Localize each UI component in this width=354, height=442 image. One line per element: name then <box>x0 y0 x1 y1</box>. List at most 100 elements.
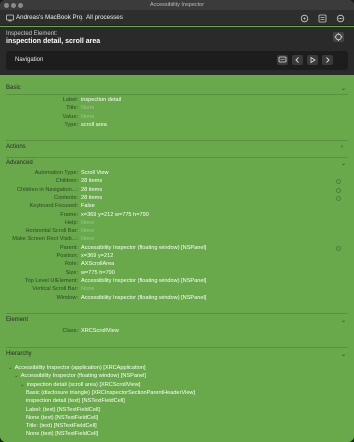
hierarchy-node[interactable]: inspection detail (text) [NSTextFieldCel… <box>26 398 125 404</box>
property-label: Make Screen Rect Visib...: <box>12 236 78 243</box>
property-value[interactable]: x=369 y=212 <box>81 253 113 259</box>
property-value[interactable]: 28 items <box>81 187 102 193</box>
detail-disclosure-icon[interactable] <box>336 179 341 185</box>
hierarchy-node[interactable]: Label: (text) [NSTextFieldCell] <box>26 407 100 413</box>
property-row: Position: x=369 y=212 <box>0 253 354 261</box>
hierarchy-node-label: Label: (text) [NSTextFieldCell] <box>26 406 100 413</box>
hierarchy-node[interactable]: None (text) [NSTextFieldCell] <box>26 431 98 437</box>
detail-disclosure-icon[interactable] <box>336 195 341 201</box>
hierarchy-node-label: None (text) [NSTextFieldCell] <box>26 431 99 438</box>
disclosure-chevron-icon[interactable]: ⌄ <box>20 382 25 388</box>
property-label: Value: <box>62 113 78 120</box>
property-value[interactable]: Accessibility Inspector (floating window… <box>81 278 206 284</box>
hierarchy-node-label: Accessibility Inspector (floating window… <box>20 373 146 380</box>
hierarchy-node[interactable]: ⌄ Accessibility Inspector (application) [… <box>8 365 146 371</box>
property-value[interactable]: None <box>81 286 94 292</box>
property-label: Role: <box>64 261 78 268</box>
section-header-advanced[interactable]: Advanced ⌄ <box>0 159 354 169</box>
previous-button[interactable] <box>292 55 303 65</box>
property-label: Contents: <box>54 194 78 201</box>
property-row: Size: w=775 h=790 <box>0 270 354 278</box>
property-label: Automation Type: <box>34 170 78 176</box>
property-label: Horizontal Scroll Bar: <box>25 228 78 235</box>
detail-disclosure-icon[interactable] <box>336 187 341 193</box>
list-icon[interactable] <box>318 14 327 23</box>
property-value[interactable]: x=369 y=212 w=775 h=790 <box>81 212 149 218</box>
property-row: Automation Type: Scroll View <box>0 170 354 178</box>
section-header-actions[interactable]: Actions › <box>0 143 354 153</box>
property-value[interactable]: 28 items <box>81 195 102 201</box>
property-value[interactable]: None <box>81 236 94 242</box>
property-value[interactable]: XRCScrollView <box>81 328 119 334</box>
property-row: Children: 28 items <box>0 178 354 186</box>
hierarchy-node[interactable]: Title: (text) [NSTextFieldCell] <box>26 423 97 429</box>
hierarchy-node[interactable]: Basic (disclosure triangle) [XRCInspecto… <box>26 390 195 396</box>
property-label: Size: <box>65 269 78 276</box>
inspection-pointer-icon[interactable] <box>300 14 309 23</box>
property-value[interactable]: None <box>81 114 94 120</box>
property-label: Frame: <box>60 211 78 218</box>
property-value[interactable]: inspection detail <box>81 97 121 103</box>
property-label: Children in Navigation...: <box>17 186 78 193</box>
speak-button[interactable] <box>277 55 288 65</box>
property-label: Children: <box>55 178 78 185</box>
section-title-element: Element <box>6 317 29 323</box>
chevron-down-icon: ⌄ <box>341 161 347 167</box>
inspected-element-caption: Inspected Element: <box>6 31 58 37</box>
next-button[interactable] <box>322 55 333 65</box>
section-header-hierarchy[interactable]: Hierarchy ⌄ <box>0 350 354 360</box>
target-icon[interactable] <box>6 14 14 22</box>
section-divider <box>6 94 348 95</box>
crosshair-icon <box>334 33 343 41</box>
property-row: Parent: Accessibility Inspector (floating… <box>0 245 354 253</box>
property-value[interactable]: None <box>81 228 94 234</box>
section-title-advanced: Advanced <box>6 160 33 166</box>
property-value[interactable]: False <box>81 203 95 209</box>
window-title: Accessibility Inspector <box>149 2 205 8</box>
property-label: Help: <box>64 219 78 226</box>
play-button[interactable] <box>307 55 318 65</box>
disclosure-chevron-icon[interactable]: ⌄ <box>14 373 19 379</box>
speech-bubble-icon <box>278 56 287 63</box>
hierarchy-node[interactable]: ⌄ Accessibility Inspector (floating windo… <box>14 373 146 379</box>
property-value[interactable]: AXScrollArea <box>81 261 114 267</box>
play-icon <box>310 56 316 64</box>
target-device-label[interactable]: Andreas's MacBook Pro <box>16 14 82 21</box>
property-value[interactable]: scroll area <box>81 122 107 128</box>
process-selector[interactable]: All processes <box>86 14 123 21</box>
property-label: Title: <box>66 105 78 112</box>
section-divider <box>6 347 348 348</box>
section-title-actions: Actions <box>6 144 26 150</box>
inspector-content[interactable]: Basic ⌄ Label: inspection detail Title: Non… <box>0 77 354 442</box>
hierarchy-node[interactable]: ⌄ inspection detail (scroll area) [XRCScr… <box>20 382 140 388</box>
disclosure-chevron-icon[interactable]: ⌄ <box>8 365 13 371</box>
property-row: Class: XRCScrollView <box>0 328 354 336</box>
hierarchy-node[interactable]: None (text) [NSTextFieldCell] <box>26 415 98 421</box>
property-value[interactable]: w=775 h=790 <box>81 270 115 276</box>
detail-disclosure-icon[interactable] <box>336 245 341 251</box>
property-label: Vertical Scroll Bar: <box>32 286 78 293</box>
property-value[interactable]: Accessibility Inspector (floating window… <box>81 295 206 301</box>
toolbar: Andreas's MacBook Pro 〉 All processes <box>0 10 354 26</box>
section-header-element[interactable]: Element ⌄ <box>0 316 354 326</box>
property-row: Label: inspection detail <box>0 97 354 105</box>
section-header-basic[interactable]: Basic ⌄ <box>0 84 354 94</box>
property-value[interactable]: Accessibility Inspector (floating window… <box>81 245 206 251</box>
property-row: Contents: 28 items <box>0 195 354 203</box>
property-row: Help: None <box>0 220 354 228</box>
property-value[interactable]: 28 items <box>81 178 102 184</box>
property-row: Children in Navigation...: 28 items <box>0 187 354 195</box>
property-value[interactable]: None <box>81 220 94 226</box>
hierarchy-node-label: None (text) [NSTextFieldCell] <box>26 414 99 421</box>
hierarchy-node-label: Title: (text) [NSTextFieldCell] <box>26 423 97 430</box>
property-label: Keyboard Focused: <box>29 203 78 210</box>
settings-icon[interactable] <box>336 14 345 23</box>
property-row: Make Screen Rect Visib...: None <box>0 236 354 244</box>
property-value[interactable]: None <box>81 105 94 111</box>
property-row: Value: None <box>0 114 354 122</box>
property-value[interactable]: Scroll View <box>81 170 109 176</box>
accessibility-inspector-window: Accessibility Inspector Andreas's MacBoo… <box>0 0 354 442</box>
chevron-right-icon: › <box>341 144 343 150</box>
chevron-down-icon: ⌄ <box>341 318 347 324</box>
target-element-button[interactable] <box>333 32 344 42</box>
